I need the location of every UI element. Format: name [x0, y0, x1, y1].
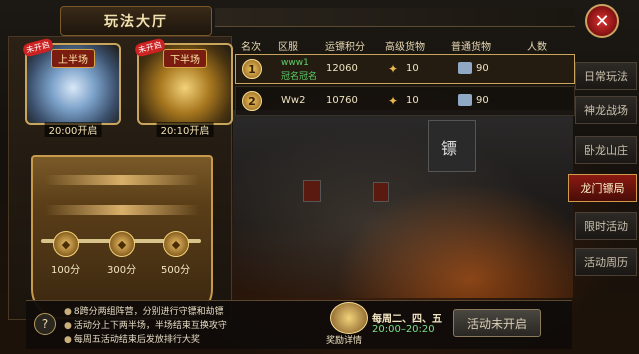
score-scroll: ◆ ◆ ◆ 100分 300分 500分 [31, 155, 213, 319]
schedule-time: 20:00–20:20 [372, 324, 435, 335]
page-title: 玩法大厅 [60, 6, 212, 36]
tab-longmen-escort[interactable]: 龙门镖局 [568, 174, 637, 202]
column-header: 运镖积分 [325, 42, 365, 53]
server-name: www1 [281, 58, 309, 68]
page-title-text: 玩法大厅 [104, 14, 168, 30]
rule-text: 活动分上下两半场，半场结束互换攻守 [73, 321, 227, 331]
first-half-label: 上半场 [51, 49, 95, 68]
table-row[interactable]: 2 Ww2 10760 ✦ 10 90 [235, 86, 575, 116]
escort-score: 10760 [326, 95, 358, 106]
rank-badge: 2 [242, 91, 262, 111]
scroll-divider [45, 205, 199, 215]
second-half-label: 下半场 [163, 49, 207, 68]
reward-chest-icon[interactable]: ◆ [53, 231, 79, 257]
bullet-icon: ● [64, 307, 72, 317]
tab-wolong-manor[interactable]: 卧龙山庄 [575, 136, 637, 164]
reward-threshold: 500分 [161, 265, 191, 276]
first-half-emblem[interactable]: 未开启 上半场 20:00开启 [21, 37, 121, 137]
rule-line: ● 每周五活动结束后发放排行大奖 [64, 332, 200, 345]
second-half-emblem[interactable]: 未开启 下半场 20:10开启 [133, 37, 233, 137]
reward-chest-icon[interactable]: ◆ [163, 231, 189, 257]
rule-line: ● 8跨分两组阵营，分别进行守镖和劫镖 [64, 304, 224, 317]
bullet-icon: ● [64, 335, 72, 345]
table-row[interactable]: 1 www1 冠名冠名 12060 ✦ 10 90 [235, 54, 575, 84]
first-half-badge: 未开启 [21, 37, 55, 58]
event-not-started-button[interactable]: 活动未开启 [453, 309, 541, 337]
first-half-time: 20:00开启 [44, 122, 102, 137]
close-icon: ✕ [594, 10, 610, 32]
normal-goods: 90 [476, 95, 489, 106]
gold-ingot-icon: ✦ [388, 62, 399, 76]
reward-threshold: 100分 [51, 265, 81, 276]
event-panel: 未开启 上半场 20:00开启 未开启 下半场 20:10开启 ◆ ◆ ◆ 10… [8, 36, 233, 320]
bullet-icon: ● [64, 321, 72, 331]
close-button[interactable]: ✕ [585, 4, 619, 38]
rule-line: ● 活动分上下两半场，半场结束互换攻守 [64, 318, 227, 331]
column-header: 名次 [241, 42, 261, 53]
help-icon[interactable]: ? [34, 313, 56, 335]
reward-details-icon[interactable] [330, 302, 368, 334]
second-half-badge: 未开启 [133, 37, 167, 58]
rule-text: 每周五活动结束后发放排行大奖 [73, 335, 200, 345]
ranking-table: 名次 区服 运镖积分 高级货物 普通货物 人数 1 www1 冠名冠名 1206… [233, 36, 575, 298]
crate-icon [458, 62, 472, 74]
server-name: Ww2 [281, 95, 306, 106]
gold-ingot-icon: ✦ [388, 94, 399, 108]
column-header: 人数 [527, 42, 547, 53]
reward-chest-icon[interactable]: ◆ [109, 231, 135, 257]
escort-score: 12060 [326, 63, 358, 74]
advanced-goods: 10 [406, 63, 419, 74]
normal-goods: 90 [476, 63, 489, 74]
tab-daily-gameplay[interactable]: 日常玩法 [575, 62, 637, 90]
server-title: 冠名冠名 [281, 72, 318, 82]
rule-text: 8跨分两组阵营，分别进行守镖和劫镖 [73, 307, 224, 317]
column-header: 普通货物 [451, 42, 491, 53]
tab-event-calendar[interactable]: 活动周历 [575, 248, 637, 276]
tab-limited-events[interactable]: 限时活动 [575, 212, 637, 240]
advanced-goods: 10 [406, 95, 419, 106]
column-header: 区服 [278, 42, 298, 53]
schedule-days: 每周二、四、五 [372, 314, 442, 325]
crate-icon [458, 94, 472, 106]
reward-threshold: 300分 [107, 265, 137, 276]
tab-dragon-battlefield[interactable]: 神龙战场 [575, 96, 637, 124]
second-half-time: 20:10开启 [156, 122, 214, 137]
rank-badge: 1 [242, 59, 262, 79]
header-strip [215, 8, 575, 27]
reward-details-label[interactable]: 奖励详情 [326, 333, 362, 346]
column-header: 高级货物 [385, 42, 425, 53]
scroll-divider [45, 175, 199, 185]
